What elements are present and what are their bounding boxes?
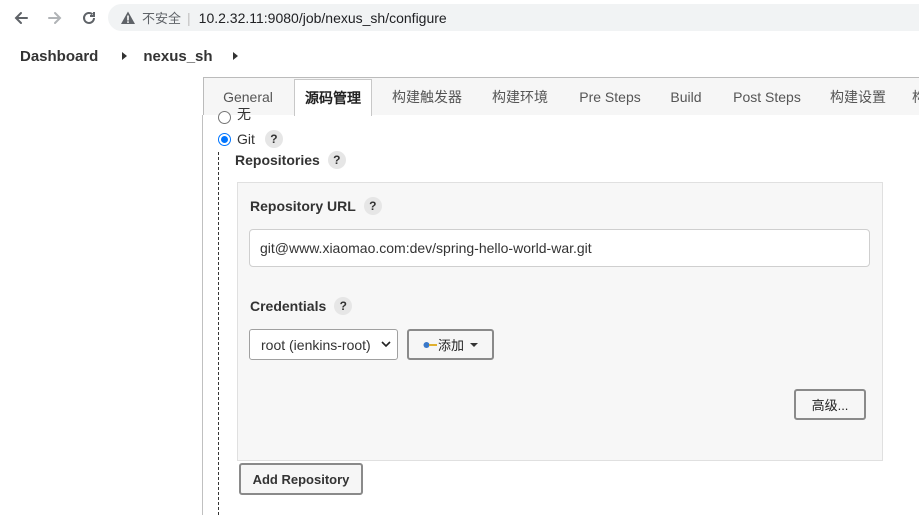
back-arrow-icon[interactable] [10,7,32,29]
breadcrumb-arrow-icon[interactable] [232,52,238,60]
radio-none[interactable] [218,111,231,124]
repository-url-input[interactable]: git@www.xiaomao.com:dev/spring-hello-wor… [249,229,870,267]
radio-none-label: 无 [237,108,251,122]
tab-scm[interactable]: 源码管理 [294,79,372,116]
advanced-button[interactable]: 高级... [794,389,866,420]
content-divider [202,115,203,515]
credentials-selected-value: root (ienkins-root) [261,336,371,353]
tab-build-settings[interactable]: 构建设置 [826,78,890,116]
credentials-label: Credentials [250,298,327,314]
scm-option-git[interactable]: Git ? [218,130,283,148]
forward-arrow-icon[interactable] [44,7,66,29]
breadcrumb: Dashboard nexus_sh [0,36,919,76]
credentials-select[interactable]: root (ienkins-root) [249,329,398,360]
help-icon[interactable]: ? [327,151,346,169]
address-separator: | [187,9,191,26]
repository-url-label: Repository URL [250,198,356,214]
add-credentials-button[interactable]: 添加 [407,329,494,360]
caret-down-icon [470,342,478,347]
help-icon[interactable]: ? [334,297,353,315]
tab-more[interactable]: 构 [912,78,919,116]
reload-icon[interactable] [78,7,100,29]
breadcrumb-job[interactable]: nexus_sh [143,48,212,65]
config-tabbar: General 源码管理 构建触发器 构建环境 Pre Steps Build … [203,77,919,116]
tab-pre-steps[interactable]: Pre Steps [578,78,642,116]
repository-panel [237,182,883,461]
scm-option-none[interactable]: 无 [218,108,251,124]
git-section-guide [218,152,219,515]
add-repository-button[interactable]: Add Repository [239,463,363,495]
repositories-label: Repositories [235,152,320,168]
help-icon[interactable]: ? [264,130,283,148]
breadcrumb-dashboard[interactable]: Dashboard [20,48,98,65]
tab-build-triggers[interactable]: 构建触发器 [388,78,466,116]
address-bar[interactable]: 不安全 | 10.2.32.11:9080/job/nexus_sh/confi… [108,4,919,31]
credentials-heading: Credentials ? [250,297,353,315]
tab-post-steps[interactable]: Post Steps [732,78,802,116]
radio-git-label: Git [237,131,255,147]
radio-git[interactable] [218,132,231,146]
warning-triangle-icon [120,10,136,26]
address-url[interactable]: 10.2.32.11:9080/job/nexus_sh/configure [199,10,447,26]
add-credentials-label: 添加 [437,338,464,353]
repository-url-heading: Repository URL ? [250,197,382,215]
insecure-label: 不安全 [142,11,182,26]
repositories-heading: Repositories ? [235,151,346,169]
tab-build-environment[interactable]: 构建环境 [488,78,552,116]
tab-build[interactable]: Build [668,78,704,116]
key-icon [423,341,437,348]
help-icon[interactable]: ? [363,197,382,215]
browser-toolbar: 不安全 | 10.2.32.11:9080/job/nexus_sh/confi… [0,0,919,36]
breadcrumb-arrow-icon[interactable] [122,52,128,60]
chevron-down-icon [381,341,391,348]
